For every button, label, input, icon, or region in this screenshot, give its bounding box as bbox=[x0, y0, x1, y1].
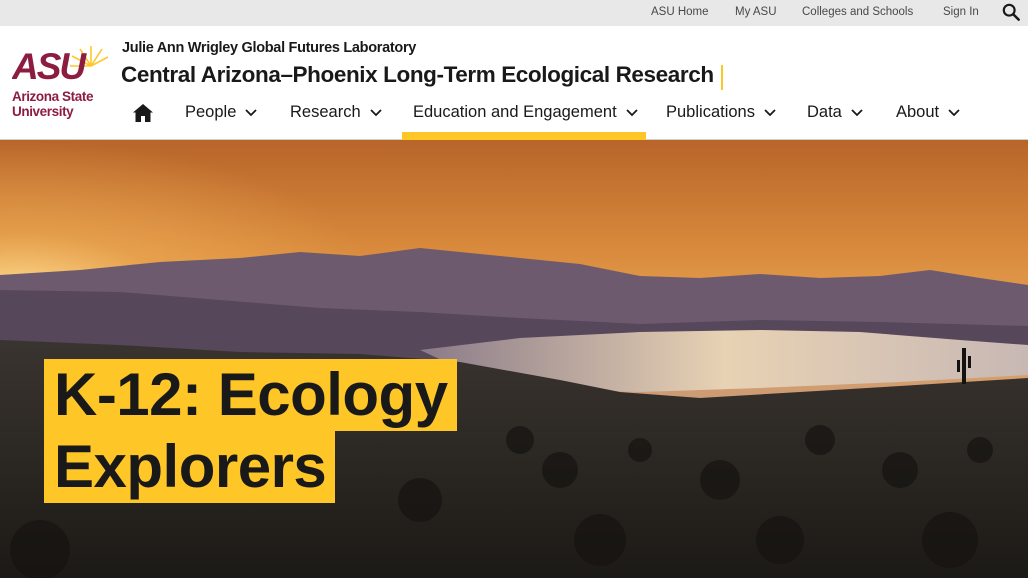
nav-item-about[interactable]: About bbox=[896, 103, 960, 139]
site-title[interactable]: Central Arizona–Phoenix Long-Term Ecolog… bbox=[121, 62, 714, 88]
nav-item-publications[interactable]: Publications bbox=[666, 103, 776, 139]
utility-bar: ASU Home My ASU Colleges and Schools Sig… bbox=[0, 0, 1028, 26]
nav-item-research[interactable]: Research bbox=[290, 103, 382, 139]
nav-item-label: About bbox=[896, 103, 940, 121]
nav-item-label: People bbox=[185, 103, 237, 121]
search-icon[interactable] bbox=[1002, 3, 1020, 21]
site-header: ASU Arizona State University Julie Ann W… bbox=[0, 26, 1028, 140]
nav-item-label: Research bbox=[290, 103, 361, 121]
logo-text-line-2: University bbox=[12, 104, 74, 119]
nav-active-indicator bbox=[402, 132, 646, 140]
chevron-down-icon bbox=[626, 109, 638, 116]
chevron-down-icon bbox=[948, 109, 960, 116]
nav-item-people[interactable]: People bbox=[185, 103, 258, 139]
home-icon[interactable] bbox=[133, 104, 153, 122]
nav-item-label: Publications bbox=[666, 103, 755, 121]
chevron-down-icon bbox=[245, 109, 258, 116]
chevron-down-icon bbox=[851, 109, 863, 116]
title-accent bbox=[721, 65, 723, 90]
hero-banner: K-12: Ecology Explorers bbox=[0, 140, 1028, 578]
logo-text-line-1: Arizona State bbox=[12, 89, 94, 104]
chevron-down-icon bbox=[369, 109, 382, 116]
sign-in-link[interactable]: Sign In bbox=[943, 6, 979, 18]
asu-home-link[interactable]: ASU Home bbox=[651, 6, 709, 18]
hero-heading-line-2: Explorers bbox=[44, 431, 336, 503]
my-asu-link[interactable]: My ASU bbox=[735, 6, 777, 18]
chevron-down-icon bbox=[764, 109, 776, 116]
logo-mark: ASU bbox=[12, 46, 87, 87]
colleges-and-schools-link[interactable]: Colleges and Schools bbox=[802, 6, 913, 18]
nav-item-label: Education and Engagement bbox=[413, 103, 617, 121]
asu-logo[interactable]: ASU Arizona State University bbox=[12, 46, 108, 120]
nav-item-data[interactable]: Data bbox=[807, 103, 863, 139]
unit-name[interactable]: Julie Ann Wrigley Global Futures Laborat… bbox=[122, 40, 416, 56]
nav-item-label: Data bbox=[807, 103, 842, 121]
hero-heading-line-1: K-12: Ecology bbox=[44, 359, 457, 431]
